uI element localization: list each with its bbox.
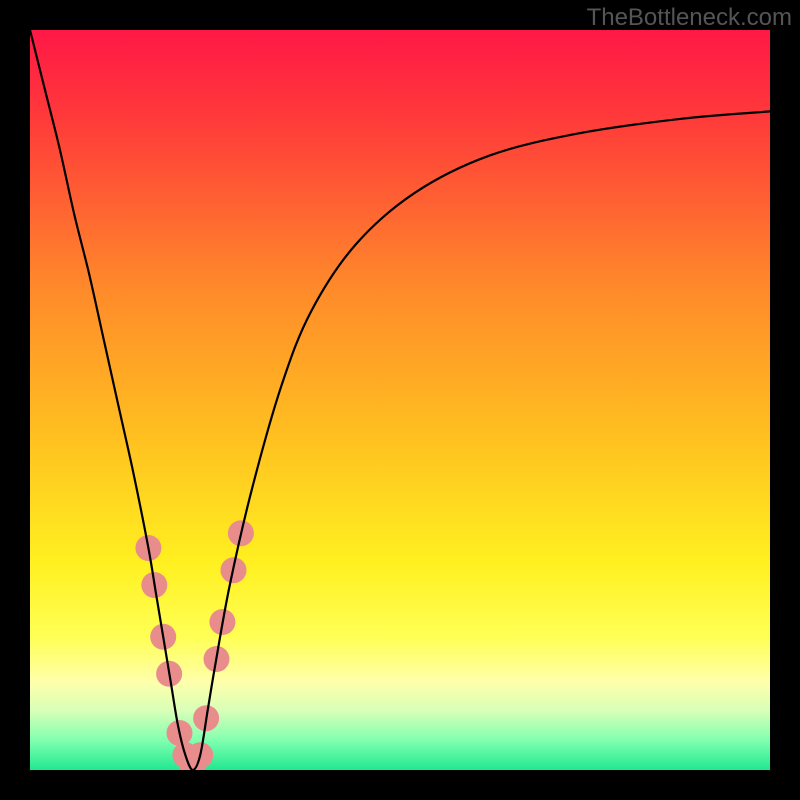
plot-area xyxy=(30,30,770,770)
gradient-background xyxy=(30,30,770,770)
bottleneck-chart xyxy=(30,30,770,770)
watermark-text: TheBottleneck.com xyxy=(587,4,792,32)
chart-container: TheBottleneck.com xyxy=(0,0,800,800)
